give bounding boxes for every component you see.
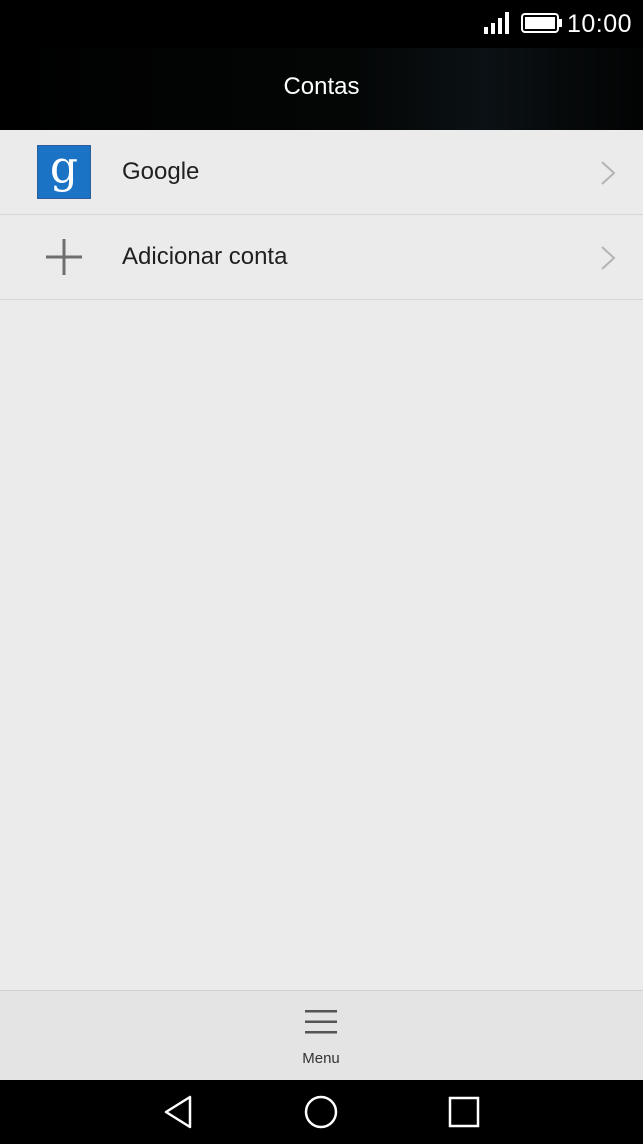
google-icon: g: [37, 145, 91, 199]
hamburger-menu-icon: [305, 1010, 337, 1034]
battery-full-icon: [521, 13, 562, 33]
page-title: Contas: [283, 73, 360, 100]
chevron-right-icon: [601, 161, 616, 185]
chevron-right-icon: [601, 246, 616, 270]
back-triangle-icon[interactable]: [161, 1094, 197, 1130]
navigation-bar: [0, 1080, 643, 1144]
menu-label: Menu: [302, 1050, 340, 1067]
status-clock: 10:00: [566, 10, 632, 38]
home-circle-icon[interactable]: [303, 1094, 339, 1130]
plus-icon: [46, 239, 82, 275]
recents-square-icon[interactable]: [446, 1094, 482, 1130]
menu-button[interactable]: Menu: [281, 999, 361, 1075]
account-item-google[interactable]: g Google: [0, 130, 643, 215]
title-bar: Contas: [0, 48, 643, 130]
account-label: Adicionar conta: [122, 243, 288, 270]
accounts-list: g Google Adicionar conta: [0, 130, 643, 300]
status-bar: 10:00: [0, 0, 643, 48]
add-account-item[interactable]: Adicionar conta: [0, 215, 643, 300]
signal-icon: [484, 12, 509, 34]
account-label: Google: [122, 158, 200, 185]
bottom-action-bar: Menu: [0, 990, 643, 1081]
